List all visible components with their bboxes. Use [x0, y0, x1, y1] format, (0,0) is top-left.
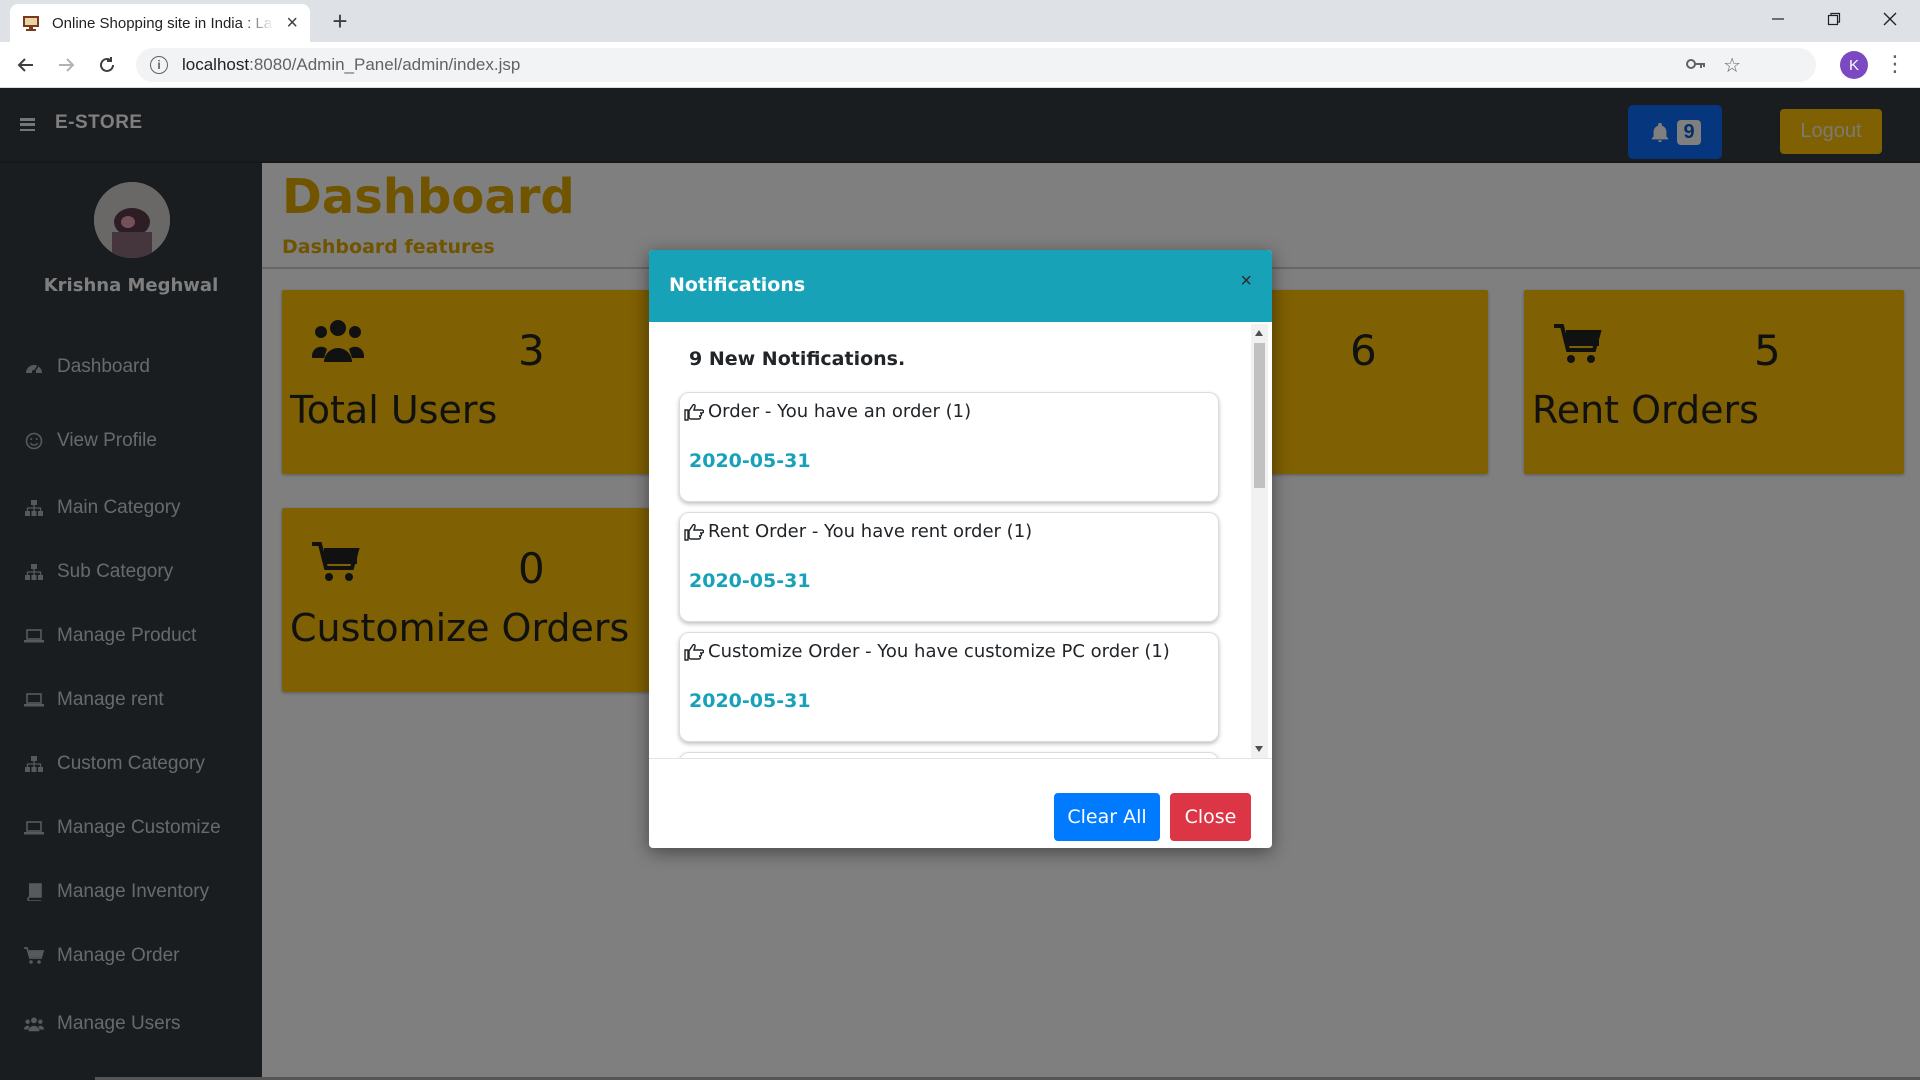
- notification-count-text: 9 New Notifications.: [689, 348, 906, 370]
- notification-text: Rent Order - You have rent order (1): [708, 521, 1033, 542]
- clear-all-button[interactable]: Clear All: [1054, 793, 1160, 841]
- notification-item[interactable]: Order - You have an order (1) 2020-05-31: [679, 392, 1219, 502]
- reload-icon[interactable]: [93, 51, 121, 79]
- notification-date: 2020-05-31: [689, 450, 811, 472]
- notifications-modal: Notifications × 9 New Notifications. Ord…: [649, 250, 1272, 848]
- notification-text: Customize Order - You have customize PC …: [708, 641, 1170, 662]
- new-tab-icon[interactable]: +: [326, 8, 354, 36]
- notification-item[interactable]: Rent Order - You have rent order (1) 202…: [679, 512, 1219, 622]
- address-bar[interactable]: i localhost:8080/Admin_Panel/admin/index…: [136, 48, 1816, 82]
- browser-profile-avatar[interactable]: K: [1840, 51, 1868, 79]
- browser-toolbar: i localhost:8080/Admin_Panel/admin/index…: [0, 42, 1920, 88]
- tab-title: Online Shopping site in India : La: [52, 14, 273, 32]
- admin-app: E-STORE 9 Logout Krishna Meghwal Dashboa…: [0, 88, 1920, 1080]
- restore-icon[interactable]: [1806, 0, 1862, 38]
- forward-icon[interactable]: [52, 51, 80, 79]
- url-text: localhost:8080/Admin_Panel/admin/index.j…: [182, 55, 521, 74]
- password-key-icon[interactable]: [1686, 55, 1706, 76]
- hand-pointer-icon: [684, 403, 704, 421]
- notification-item[interactable]: Customize Order - You have customize PC …: [679, 632, 1219, 742]
- notification-date: 2020-05-31: [689, 690, 811, 712]
- bookmark-star-icon[interactable]: ☆: [1723, 53, 1741, 78]
- site-info-icon[interactable]: i: [150, 56, 168, 74]
- modal-header: Notifications ×: [649, 250, 1272, 322]
- notification-date: 2020-05-31: [689, 570, 811, 592]
- site-favicon-icon: [22, 14, 40, 32]
- scroll-thumb[interactable]: [1254, 343, 1265, 488]
- modal-body: 9 New Notifications. Order - You have an…: [649, 322, 1272, 758]
- modal-close-icon[interactable]: ×: [1240, 270, 1252, 293]
- modal-title: Notifications: [669, 274, 806, 296]
- notification-text: Order - You have an order (1): [708, 401, 972, 422]
- browser-tab[interactable]: Online Shopping site in India : La ×: [10, 4, 310, 42]
- minimize-icon[interactable]: [1750, 0, 1806, 38]
- hand-pointer-icon: [684, 523, 704, 541]
- tab-close-icon[interactable]: ×: [286, 13, 298, 33]
- close-button[interactable]: Close: [1170, 793, 1251, 841]
- back-icon[interactable]: [12, 51, 40, 79]
- scroll-down-icon[interactable]: [1255, 746, 1263, 752]
- window-close-icon[interactable]: [1862, 0, 1918, 38]
- hand-pointer-icon: [684, 643, 704, 661]
- scroll-up-icon[interactable]: [1255, 330, 1263, 336]
- modal-scrollbar[interactable]: [1251, 324, 1268, 758]
- browser-tab-strip: Online Shopping site in India : La × +: [0, 0, 1920, 42]
- modal-footer: Clear All Close: [649, 758, 1272, 848]
- browser-menu-icon[interactable]: ⋮: [1884, 52, 1906, 76]
